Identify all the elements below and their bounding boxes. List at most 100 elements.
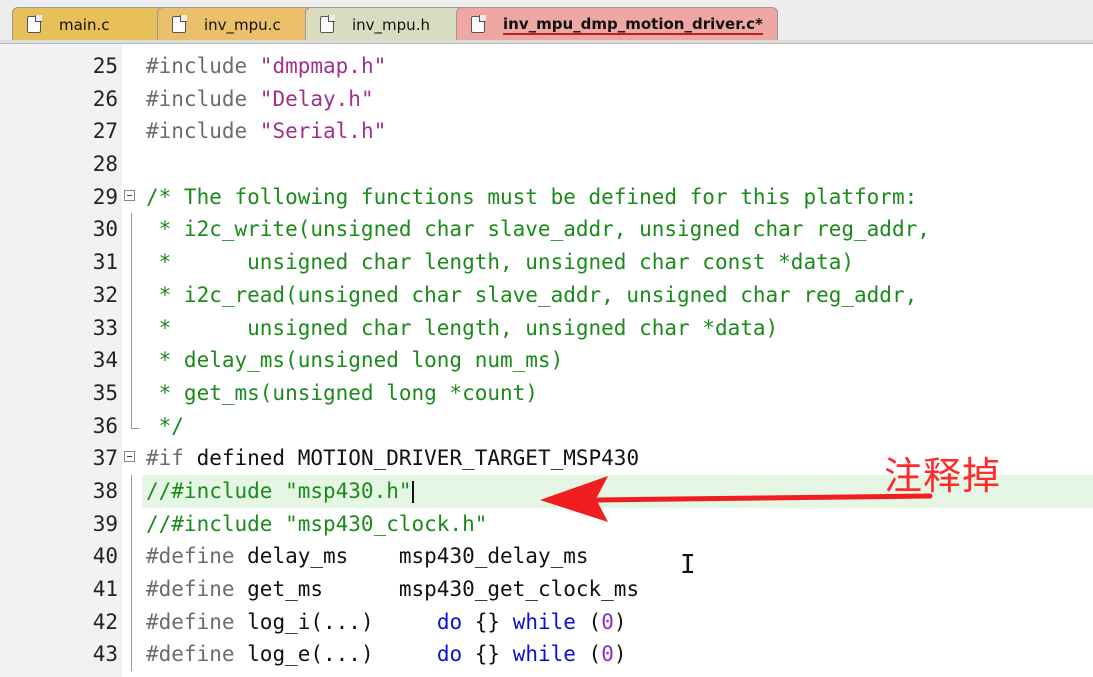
line-number: 26 (92, 86, 118, 111)
code-text: * unsigned char length, unsigned char co… (146, 246, 854, 279)
file-icon (320, 15, 335, 33)
code-token: //#include "msp430_clock.h" (146, 511, 488, 536)
tab-label: inv_mpu.h (352, 15, 430, 34)
tab-inv-mpu-dmp-motion-driver-c[interactable]: inv_mpu_dmp_motion_driver.c* (456, 7, 778, 41)
code-text: #include "Serial.h" (146, 115, 386, 148)
line-number: 43 (92, 642, 118, 667)
line-number: 41 (92, 577, 118, 601)
code-line[interactable]: 31 * unsigned char length, unsigned char… (0, 246, 1093, 279)
code-line[interactable]: 36 */ (0, 409, 1093, 443)
fold-collapse-icon[interactable] (124, 451, 135, 463)
code-line[interactable]: 33 * unsigned char length, unsigned char… (0, 311, 1093, 345)
code-token: * get_ms(unsigned long *count) (146, 380, 538, 405)
line-number: 38 (92, 478, 118, 503)
code-token: #define (146, 577, 248, 601)
fold-line (131, 474, 132, 508)
code-line[interactable]: 41 #define get_ms msp430_get_clock_ms (0, 573, 1093, 606)
line-number: 27 (92, 119, 118, 144)
fold-line (131, 311, 132, 345)
code-token: /* The following functions must be defin… (146, 184, 918, 209)
tab-label: inv_mpu.c (204, 15, 281, 34)
code-token: * delay_ms(unsigned long num_ms) (146, 348, 564, 373)
line-number: 33 (92, 315, 118, 340)
line-number: 30 (92, 217, 118, 242)
fold-line (131, 638, 132, 672)
code-token: #include (146, 86, 260, 111)
fold-line (131, 246, 132, 279)
code-token: log_i(...) (247, 609, 437, 634)
code-token: do (436, 642, 463, 667)
file-icon (172, 15, 187, 33)
code-line[interactable]: 30 * i2c_write(unsigned char slave_addr,… (0, 213, 1093, 247)
fold-line (131, 540, 132, 573)
code-token: #define (146, 544, 248, 569)
code-text: /* The following functions must be defin… (146, 181, 917, 214)
tab-inv-mpu-c[interactable]: inv_mpu.c (157, 7, 317, 41)
code-line[interactable]: 42 #define log_i(...) do {} while (0) (0, 605, 1093, 639)
code-line[interactable]: 35 * get_ms(unsigned long *count) (0, 376, 1093, 410)
code-text: //#include "msp430_clock.h" (146, 508, 487, 541)
code-token: "dmpmap.h" (259, 54, 387, 78)
fold-line (131, 605, 132, 639)
code-line[interactable]: 32 * i2c_read(unsigned char slave_addr, … (0, 278, 1093, 312)
code-line[interactable]: 29 /* The following functions must be def… (0, 181, 1093, 214)
line-number: 35 (92, 380, 118, 405)
text-caret (411, 480, 414, 503)
code-text: #include "dmpmap.h" (146, 50, 386, 83)
code-token: #if (146, 446, 197, 471)
code-line[interactable]: 28 (0, 148, 1093, 181)
code-token: while (512, 642, 576, 667)
code-token: * unsigned char length, unsigned char co… (146, 250, 855, 275)
code-token: log_e(...) (247, 642, 437, 667)
code-token: */ (146, 413, 184, 438)
code-token: 0 (601, 609, 614, 634)
editor-tab-bar: main.c inv_mpu.c inv_mpu.h inv_mpu_dmp_m… (0, 0, 1093, 44)
code-line[interactable]: 43 #define log_e(...) do {} while (0) (0, 638, 1093, 672)
tab-label: inv_mpu_dmp_motion_driver.c* (503, 14, 763, 35)
code-token: #define (146, 642, 248, 667)
file-icon (471, 15, 486, 33)
line-number: 31 (92, 250, 118, 275)
code-line[interactable]: 26 #include "Delay.h" (0, 83, 1093, 116)
code-token: * unsigned char length, unsigned char *d… (146, 315, 779, 340)
code-line[interactable]: 27 #include "Serial.h" (0, 115, 1093, 148)
line-number: 40 (92, 544, 118, 569)
line-number: 32 (92, 282, 118, 307)
fold-line (131, 507, 132, 541)
code-editor[interactable]: 25 #include "dmpmap.h" 26 #include "Delay.h… (0, 50, 1093, 672)
code-token: {} (462, 609, 513, 634)
code-line[interactable]: 40 #define delay_ms msp430_delay_ms (0, 540, 1093, 573)
code-token: ( (575, 642, 602, 667)
fold-line (131, 213, 132, 247)
code-text: */ (146, 410, 184, 443)
code-token: * i2c_write(unsigned char slave_addr, un… (146, 217, 930, 242)
code-text: #define get_ms msp430_get_clock_ms (146, 573, 639, 606)
code-token: "Delay.h" (259, 86, 374, 111)
code-token: * i2c_read(unsigned char slave_addr, uns… (146, 282, 918, 307)
tab-inv-mpu-h[interactable]: inv_mpu.h (305, 7, 470, 41)
code-text: #include "Delay.h" (146, 83, 374, 116)
code-token: get_ms msp430_get_clock_ms (247, 577, 640, 601)
code-text: * unsigned char length, unsigned char *d… (146, 312, 779, 345)
fold-line (131, 344, 132, 377)
code-text: #define log_i(...) do {} while (0) (146, 606, 627, 639)
code-token: //#include "msp430.h" (146, 478, 412, 503)
line-number: 34 (92, 348, 118, 373)
code-line[interactable]: 25 #include "dmpmap.h" (0, 50, 1093, 83)
code-token: ) (613, 642, 627, 667)
code-token: defined MOTION_DRIVER_TARGET_MSP430 (196, 446, 640, 471)
code-line[interactable]: 34 * delay_ms(unsigned long num_ms) (0, 344, 1093, 377)
code-token: {} (462, 642, 513, 667)
tab-main-c[interactable]: main.c (12, 7, 169, 41)
code-text: #define log_e(...) do {} while (0) (146, 638, 627, 671)
code-token: ( (575, 609, 602, 634)
line-number: 42 (92, 609, 118, 634)
fold-collapse-icon[interactable] (124, 189, 135, 201)
fold-end-marker (131, 409, 139, 429)
code-token: #include (146, 119, 260, 144)
code-token: #define (146, 609, 248, 634)
code-token: ) (613, 609, 627, 634)
fold-line (131, 573, 132, 606)
code-token: while (512, 609, 576, 634)
code-token: do (436, 609, 463, 634)
